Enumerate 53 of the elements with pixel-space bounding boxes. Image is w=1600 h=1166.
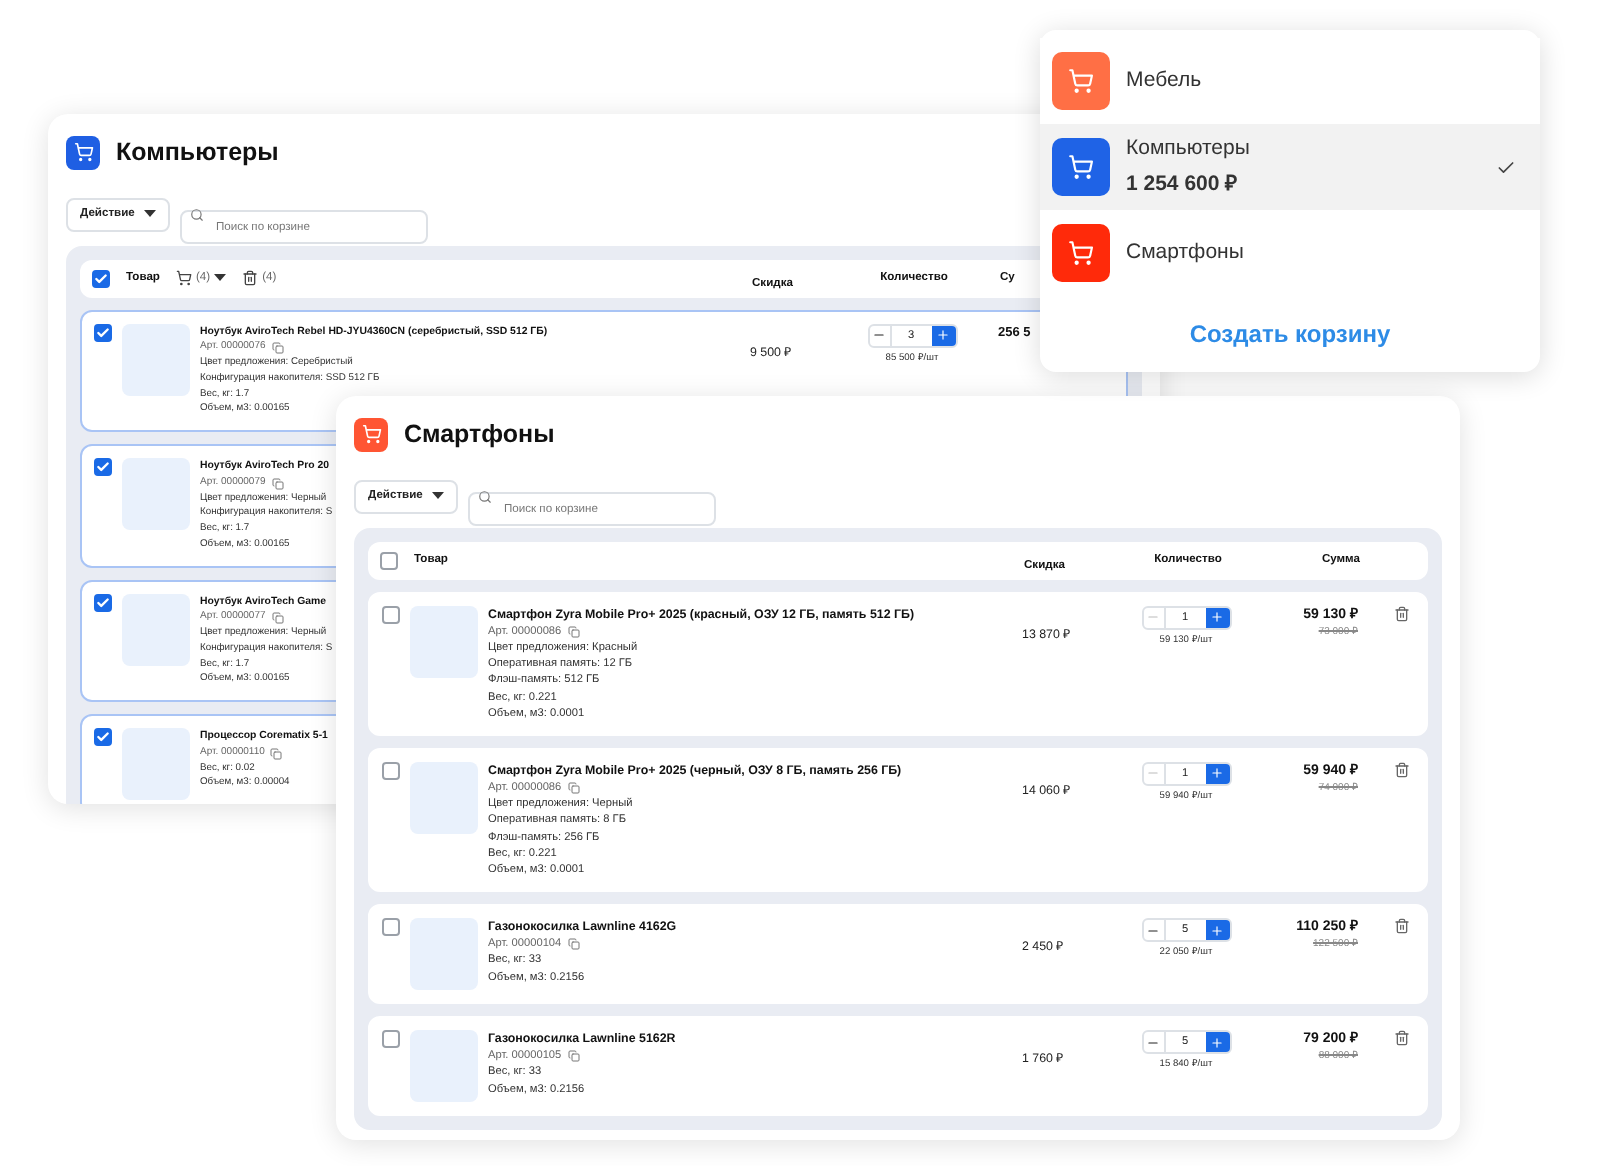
search-icon bbox=[190, 207, 204, 222]
checkbox[interactable] bbox=[382, 761, 400, 780]
increase-button[interactable] bbox=[1205, 920, 1229, 941]
copy-icon[interactable] bbox=[271, 477, 284, 490]
checkbox[interactable] bbox=[382, 605, 400, 624]
checkbox[interactable] bbox=[94, 593, 112, 612]
cart-name: Смартфоны bbox=[1126, 237, 1246, 268]
copy-icon[interactable] bbox=[271, 612, 284, 625]
increase-button[interactable] bbox=[931, 325, 955, 346]
plus-icon bbox=[936, 328, 950, 343]
plus-icon bbox=[1210, 610, 1224, 625]
decrease-button[interactable] bbox=[869, 325, 891, 346]
cart-menu-item[interactable]: Компьютеры 1 254 600 ₽ bbox=[1040, 124, 1540, 210]
caret-icon bbox=[214, 274, 227, 283]
delete-icon[interactable] bbox=[1394, 761, 1410, 778]
checkbox[interactable] bbox=[382, 918, 400, 937]
cart-title: Компьютеры bbox=[116, 136, 279, 170]
decrease-button[interactable] bbox=[1143, 1032, 1165, 1053]
increase-button[interactable] bbox=[1205, 1032, 1229, 1053]
increase-button[interactable] bbox=[1205, 607, 1229, 628]
checkbox[interactable] bbox=[94, 323, 112, 342]
cart-menu-item[interactable]: Смартфоны bbox=[1040, 210, 1540, 296]
search-icon bbox=[478, 489, 492, 504]
copy-icon[interactable] bbox=[567, 938, 580, 951]
copy-icon[interactable] bbox=[567, 782, 580, 795]
copy-icon[interactable] bbox=[567, 625, 580, 638]
checkbox[interactable] bbox=[94, 728, 112, 747]
plus-icon bbox=[1210, 1035, 1224, 1050]
cart-name: Компьютеры bbox=[1126, 133, 1252, 164]
cart-menu-item[interactable]: Мебель bbox=[1040, 38, 1540, 124]
copy-icon[interactable] bbox=[567, 1050, 580, 1063]
checkbox[interactable] bbox=[382, 1030, 400, 1049]
check-icon bbox=[1496, 157, 1516, 177]
copy-icon[interactable] bbox=[270, 747, 283, 760]
cart-total: 1 254 600 ₽ bbox=[1126, 169, 1240, 199]
cart-title: Смартфоны bbox=[404, 418, 555, 452]
checkbox[interactable] bbox=[92, 269, 110, 288]
create-cart-link[interactable]: Создать корзину bbox=[1189, 316, 1391, 352]
caret-icon bbox=[432, 492, 444, 501]
plus-icon bbox=[1210, 766, 1224, 781]
delete-icon[interactable] bbox=[1394, 1030, 1410, 1047]
cart-name: Мебель bbox=[1126, 65, 1204, 96]
decrease-button[interactable] bbox=[1143, 920, 1165, 941]
delete-icon bbox=[242, 270, 259, 287]
cart-icon bbox=[175, 270, 192, 287]
checkbox[interactable] bbox=[94, 458, 112, 477]
increase-button[interactable] bbox=[1205, 763, 1229, 784]
plus-icon bbox=[1210, 923, 1224, 938]
caret-icon bbox=[144, 210, 156, 219]
copy-icon[interactable] bbox=[271, 342, 284, 355]
delete-icon[interactable] bbox=[1394, 605, 1410, 622]
delete-icon[interactable] bbox=[1394, 918, 1410, 935]
checkbox[interactable] bbox=[380, 551, 398, 570]
